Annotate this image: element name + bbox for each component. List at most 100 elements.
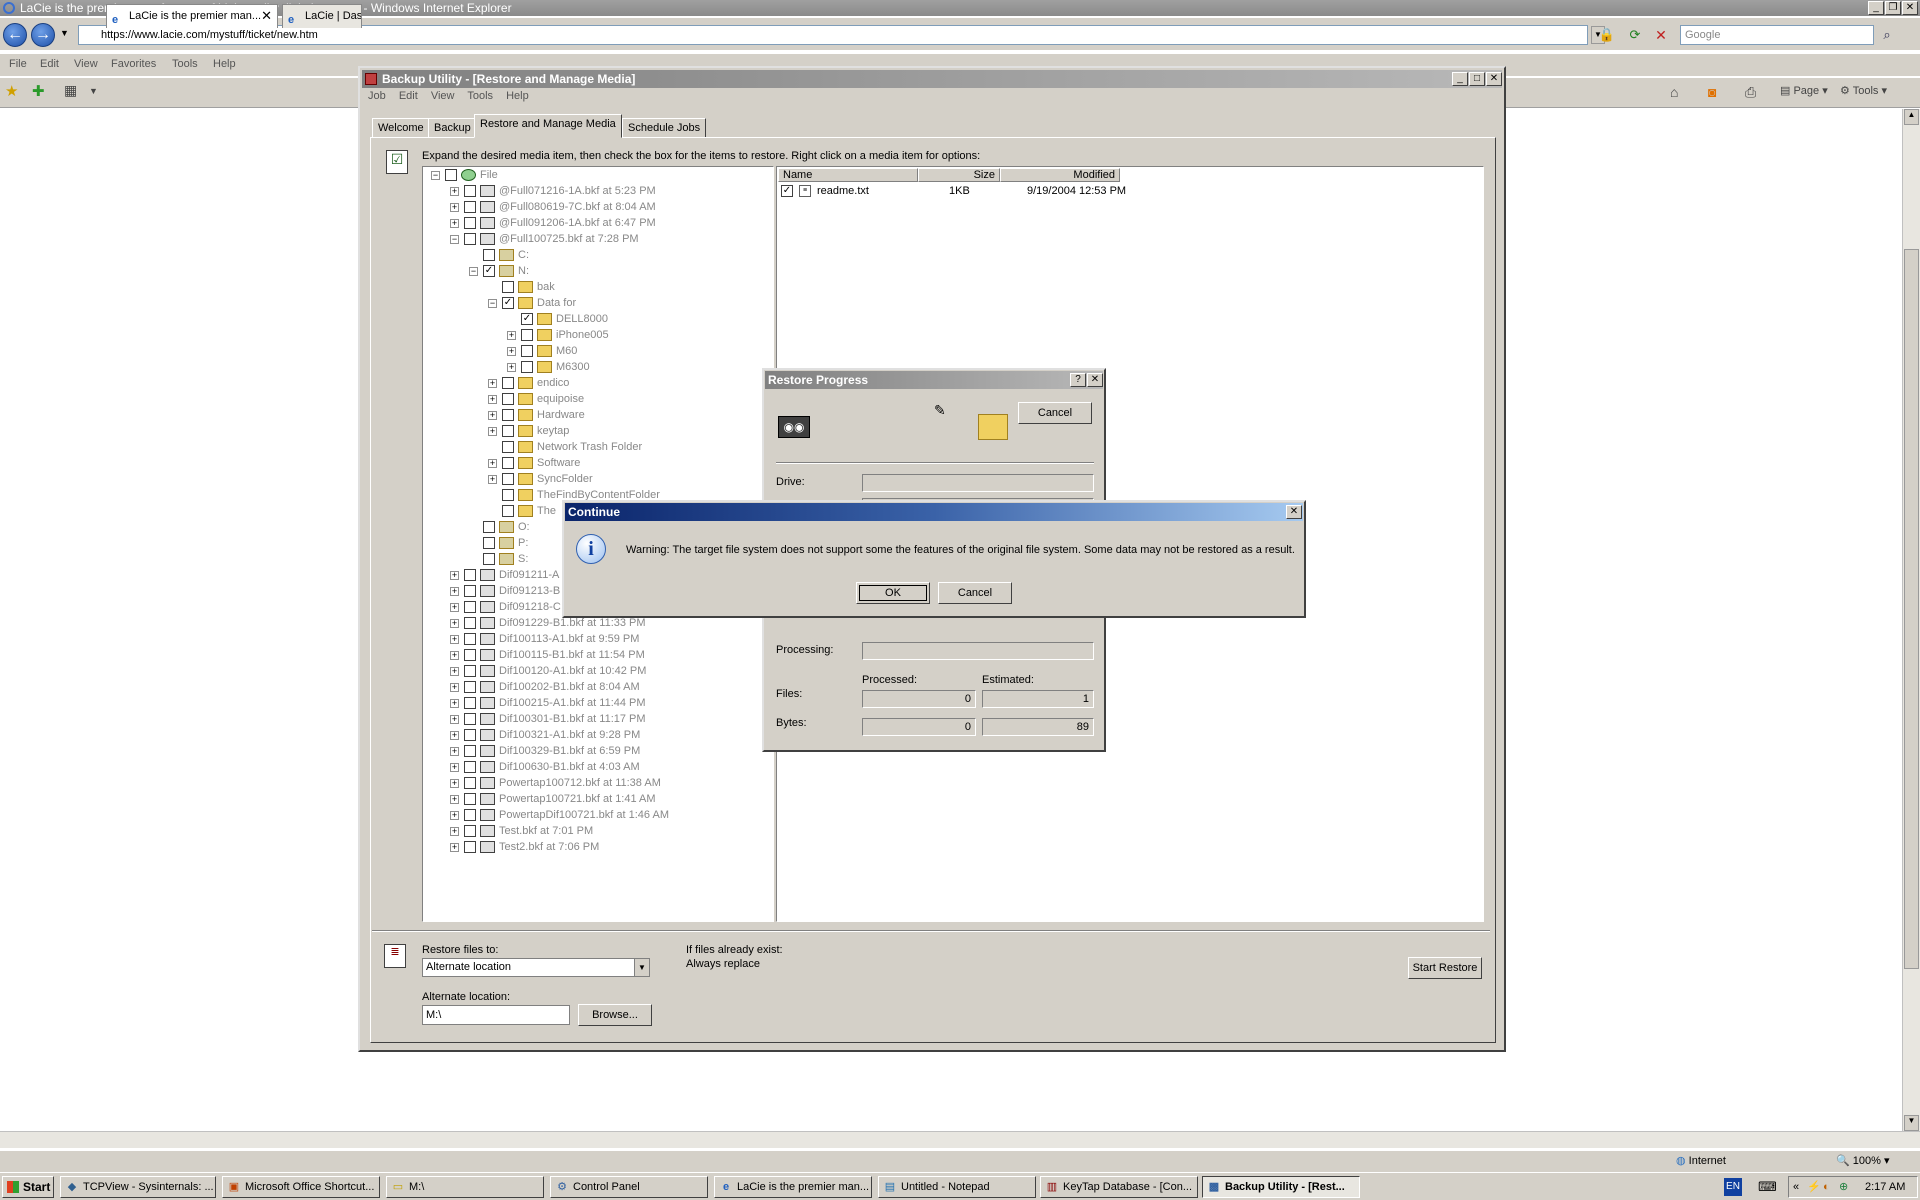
tab-lacie-das[interactable]: e LaCie | Das	[282, 4, 362, 28]
expand-icon[interactable]: +	[450, 811, 459, 820]
file-checkbox[interactable]: ✓	[781, 185, 793, 197]
collapse-icon[interactable]: −	[450, 235, 459, 244]
keyboard-icon[interactable]: ⌨	[1758, 1179, 1777, 1195]
ok-button[interactable]: OK	[856, 582, 930, 604]
stop-icon[interactable]: ✕	[1652, 26, 1670, 44]
expand-icon[interactable]: +	[450, 827, 459, 836]
tree-checkbox[interactable]	[464, 761, 476, 773]
tree-checkbox[interactable]	[483, 537, 495, 549]
tree-checkbox[interactable]	[464, 729, 476, 741]
expand-icon[interactable]: +	[488, 475, 497, 484]
tree-node[interactable]: C:	[469, 247, 773, 263]
collapse-icon[interactable]: −	[431, 171, 440, 180]
tree-node[interactable]: Network Trash Folder	[488, 439, 773, 455]
tree-node[interactable]: + Dif100630-B1.bkf at 4:03 AM	[450, 759, 770, 775]
tree-checkbox[interactable]	[502, 377, 514, 389]
tray-expand-icon[interactable]: «	[1793, 1177, 1799, 1197]
tree-checkbox[interactable]	[483, 521, 495, 533]
collapse-icon[interactable]: −	[488, 299, 497, 308]
close-button[interactable]: ✕	[1902, 1, 1918, 15]
restore-to-select[interactable]: Alternate location ▼	[422, 958, 650, 977]
help-button[interactable]: ?	[1070, 373, 1086, 387]
tools-menu[interactable]: ⚙ Tools ▾	[1840, 84, 1887, 97]
tree-node[interactable]: + Powertap100712.bkf at 11:38 AM	[450, 775, 770, 791]
tray-app-icon[interactable]: ◐	[1823, 1177, 1830, 1197]
add-favorite-icon[interactable]: ✚	[32, 82, 45, 100]
recent-pages-dropdown-icon[interactable]: ▼	[60, 28, 69, 38]
menu-favorites[interactable]: Favorites	[111, 58, 156, 70]
close-tab-icon[interactable]: ✕	[261, 5, 272, 27]
tray-sync-icon[interactable]: ⊕	[1839, 1177, 1848, 1197]
tree-checkbox[interactable]	[464, 825, 476, 837]
tree-checkbox[interactable]: ✓	[483, 265, 495, 277]
taskbar-keytap[interactable]: ▥ KeyTap Database - [Con...	[1040, 1176, 1198, 1198]
network-icon[interactable]: ⚡	[1807, 1177, 1821, 1197]
address-input[interactable]: https://www.lacie.com/mystuff/ticket/new…	[78, 25, 1588, 45]
tree-checkbox[interactable]	[502, 505, 514, 517]
start-restore-button[interactable]: Start Restore	[1408, 957, 1482, 979]
expand-icon[interactable]: +	[450, 731, 459, 740]
taskbar-backup-utility[interactable]: ▩ Backup Utility - [Rest...	[1202, 1176, 1360, 1198]
bu-minimize-button[interactable]: _	[1452, 72, 1468, 86]
menu-tools[interactable]: Tools	[172, 58, 198, 70]
zoom-control[interactable]: 🔍 100% ▾	[1836, 1154, 1889, 1167]
tree-checkbox[interactable]	[464, 217, 476, 229]
expand-icon[interactable]: +	[507, 347, 516, 356]
tree-node[interactable]: + keytap	[488, 423, 773, 439]
tab-welcome[interactable]: Welcome	[372, 118, 430, 138]
expand-icon[interactable]: +	[488, 427, 497, 436]
tree-checkbox[interactable]	[464, 793, 476, 805]
tree-checkbox[interactable]	[502, 409, 514, 421]
expand-icon[interactable]: +	[450, 843, 459, 852]
tree-checkbox[interactable]	[464, 649, 476, 661]
tree-checkbox[interactable]	[521, 345, 533, 357]
continue-close-button[interactable]: ✕	[1286, 505, 1302, 519]
tree-node[interactable]: + Dif100115-B1.bkf at 11:54 PM	[450, 647, 770, 663]
page-menu[interactable]: ▤ Page ▾	[1780, 84, 1828, 97]
tree-node[interactable]: + @Full080619-7C.bkf at 8:04 AM	[450, 199, 770, 215]
taskbar-office-shortcut[interactable]: ▣ Microsoft Office Shortcut...	[222, 1176, 380, 1198]
forward-button[interactable]: →	[31, 23, 55, 47]
expand-icon[interactable]: +	[450, 635, 459, 644]
expand-icon[interactable]: +	[488, 379, 497, 388]
expand-icon[interactable]: +	[507, 363, 516, 372]
tree-checkbox[interactable]	[464, 569, 476, 581]
language-indicator[interactable]: EN	[1724, 1178, 1742, 1196]
restore-button[interactable]: ❐	[1885, 1, 1901, 15]
expand-icon[interactable]: +	[450, 603, 459, 612]
tree-checkbox[interactable]	[502, 489, 514, 501]
tree-node[interactable]: − @Full100725.bkf at 7:28 PM	[450, 231, 770, 247]
tree-checkbox[interactable]	[464, 809, 476, 821]
tree-node[interactable]: + Test.bkf at 7:01 PM	[450, 823, 770, 839]
tree-checkbox[interactable]	[502, 473, 514, 485]
tree-node[interactable]: − ✓ N:	[469, 263, 773, 279]
search-icon[interactable]: ⌕	[1878, 26, 1896, 44]
tab-restore-manage-media[interactable]: Restore and Manage Media	[474, 114, 622, 138]
tree-checkbox[interactable]: ✓	[502, 297, 514, 309]
expand-icon[interactable]: +	[450, 667, 459, 676]
browse-button[interactable]: Browse...	[578, 1004, 652, 1026]
expand-icon[interactable]: +	[450, 651, 459, 660]
search-input[interactable]: Google	[1680, 25, 1874, 45]
expand-icon[interactable]: +	[450, 683, 459, 692]
lock-icon[interactable]: 🔒	[1598, 26, 1616, 44]
tree-node[interactable]: ✓ DELL8000	[507, 311, 773, 327]
tree-node[interactable]: + Dif100202-B1.bkf at 8:04 AM	[450, 679, 770, 695]
bu-maximize-button[interactable]: □	[1469, 72, 1485, 86]
taskbar-m-drive[interactable]: ▭ M:\	[386, 1176, 544, 1198]
tree-node[interactable]: + Test2.bkf at 7:06 PM	[450, 839, 770, 855]
tree-node[interactable]: bak	[488, 279, 773, 295]
scroll-down-icon[interactable]: ▼	[1904, 1115, 1919, 1131]
tree-node[interactable]: + endico	[488, 375, 773, 391]
tree-checkbox[interactable]	[483, 249, 495, 261]
tree-node[interactable]: + Dif100301-B1.bkf at 11:17 PM	[450, 711, 770, 727]
expand-icon[interactable]: +	[450, 219, 459, 228]
tab-lacie-main[interactable]: e LaCie is the premier man... ✕	[106, 4, 278, 28]
print-icon[interactable]: ⎙	[1745, 84, 1756, 101]
tree-node[interactable]: + Software	[488, 455, 773, 471]
menu-file[interactable]: File	[9, 58, 27, 70]
taskbar-control-panel[interactable]: ⚙ Control Panel	[550, 1176, 708, 1198]
tree-node[interactable]: + Dif100215-A1.bkf at 11:44 PM	[450, 695, 770, 711]
bu-menu-help[interactable]: Help	[506, 90, 529, 102]
horizontal-scrollbar[interactable]	[0, 1131, 1920, 1148]
